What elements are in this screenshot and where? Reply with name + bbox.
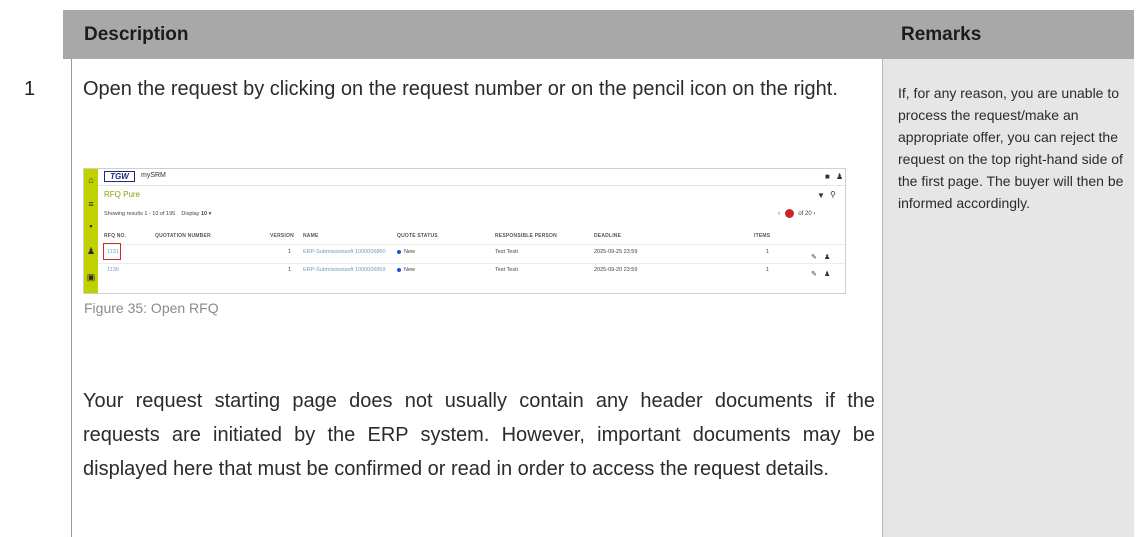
col-items[interactable]: ITEMS — [754, 233, 770, 239]
highlight-box — [103, 243, 121, 260]
current-page[interactable] — [784, 209, 794, 218]
status-text: New — [404, 249, 416, 255]
tgw-logo: TGW — [104, 171, 135, 182]
next-page-icon[interactable]: › — [813, 211, 815, 217]
row-version: 1 — [288, 249, 292, 255]
column-divider — [882, 59, 883, 537]
status-dot — [397, 267, 401, 272]
prev-page-icon[interactable]: ‹ — [778, 211, 780, 217]
row-person: Test Testi — [495, 249, 518, 255]
row-name-link[interactable]: ERP-Submissionsoft 1000006860 — [303, 249, 386, 255]
page-title: RFQ Pure — [104, 190, 141, 199]
header-remarks: Remarks — [901, 24, 982, 45]
results-count: Showing results 1 - 10 of 195 — [104, 211, 176, 217]
header-description: Description — [84, 24, 189, 45]
row-divider — [98, 263, 845, 264]
row-items: 1 — [766, 267, 770, 273]
step-instruction: Open the request by clicking on the requ… — [83, 78, 838, 100]
row-deadline: 2025-09-20 23:59 — [594, 267, 638, 273]
row-status: New — [397, 267, 415, 273]
row-status: New — [397, 249, 415, 255]
col-quotation-number[interactable]: QUOTATION NUMBER — [155, 233, 211, 239]
column-divider — [71, 59, 72, 537]
row-person: Test Testi — [495, 267, 518, 273]
user-add-icon: ♟ — [86, 246, 96, 256]
step-number: 1 — [24, 78, 36, 100]
col-deadline[interactable]: DEADLINE — [594, 233, 621, 239]
pager-of: of — [798, 211, 804, 218]
chat-icon[interactable]: ■ — [825, 172, 830, 181]
person-icon[interactable]: ♟ — [824, 270, 830, 278]
col-rfq-no[interactable]: RFQ NO. — [104, 233, 126, 239]
remarks-text: If, for any reason, you are unable to pr… — [898, 85, 1124, 211]
rfq-number-link[interactable]: 1130 — [107, 267, 119, 273]
row-name-link[interactable]: ERP-Submissionsoft 1000006859 — [303, 267, 386, 273]
pencil-icon[interactable]: ✎ — [811, 253, 817, 261]
user-icon[interactable]: ♟ — [836, 172, 843, 181]
rfq-screenshot: ⌂ ≡ ▪ ♟ ▣ TGW mySRM ■ ♟ RFQ Pure ▼ ⚲ Sho… — [83, 168, 846, 294]
person-icon[interactable]: ♟ — [824, 253, 830, 261]
results-info: Showing results 1 - 10 of 195 Display 10… — [104, 211, 212, 217]
display-label: Display — [181, 211, 200, 217]
col-name[interactable]: NAME — [303, 233, 319, 239]
col-version[interactable]: VERSION — [270, 233, 294, 239]
col-quote-status[interactable]: QUOTE STATUS — [397, 233, 438, 239]
pager-total: 20 — [805, 211, 812, 218]
row-version: 1 — [288, 267, 292, 273]
app-name: mySRM — [141, 172, 166, 179]
list-icon: ≡ — [88, 199, 94, 209]
pagination: ‹ of 20 › — [778, 209, 815, 218]
car-icon: ▣ — [86, 272, 96, 282]
figure-caption: Figure 35: Open RFQ — [84, 300, 219, 316]
home-icon: ⌂ — [88, 175, 94, 185]
display-select[interactable]: 10 — [201, 211, 207, 217]
col-responsible-person[interactable]: RESPONSIBLE PERSON — [495, 233, 557, 239]
app-topbar: TGW mySRM ■ ♟ — [98, 169, 845, 186]
documents-icon: ▪ — [89, 221, 93, 231]
pencil-icon[interactable]: ✎ — [811, 270, 817, 278]
row-divider — [98, 244, 845, 245]
app-sidebar: ⌂ ≡ ▪ ♟ ▣ — [84, 169, 98, 293]
row-deadline: 2025-09-25 23:59 — [594, 249, 638, 255]
search-icon[interactable]: ⚲ — [830, 190, 836, 199]
status-dot — [397, 249, 401, 254]
status-text: New — [404, 267, 416, 273]
filter-icon[interactable]: ▼ — [817, 191, 825, 200]
row-items: 1 — [766, 249, 770, 255]
step-explanation: Your request starting page does not usua… — [83, 390, 875, 480]
